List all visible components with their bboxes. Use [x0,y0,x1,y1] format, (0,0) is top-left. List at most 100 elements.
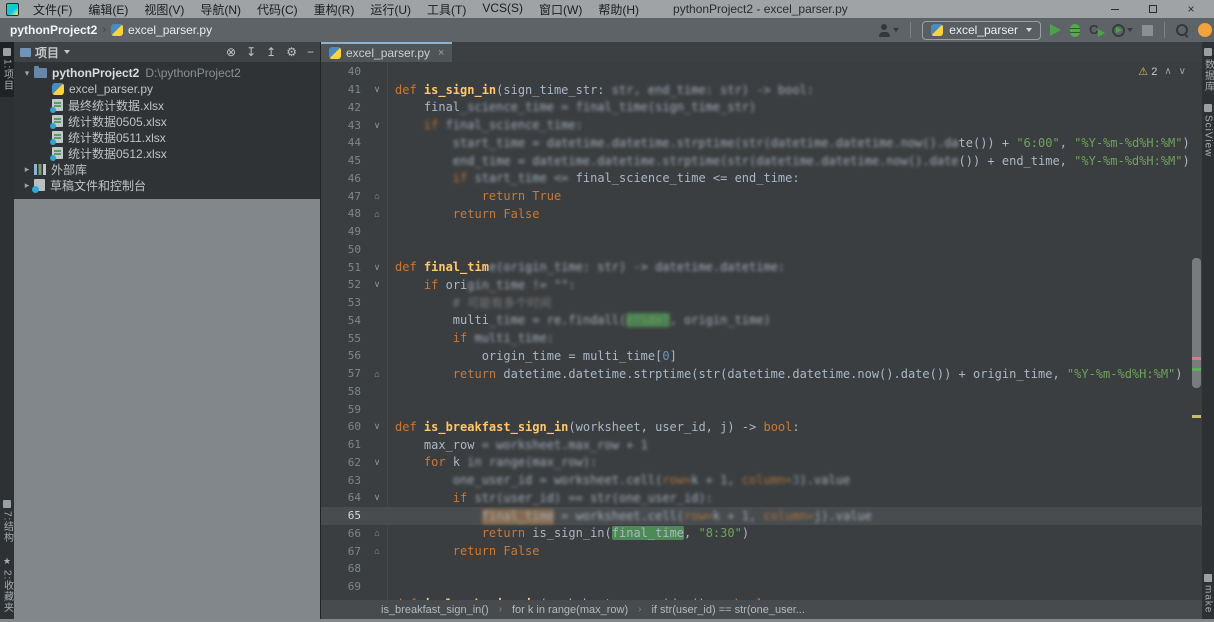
tool-window-tab-1[interactable]: 1:项目 [0,42,14,97]
tool-window-tab-7[interactable]: 7:结构 [0,494,14,549]
code-line-46[interactable]: 46 if start_time <= final_science_time <… [321,170,1202,188]
code-line-49[interactable]: 49 [321,223,1202,241]
fold-marker-icon[interactable]: ∨ [369,457,385,468]
fold-marker-icon[interactable]: ∨ [369,262,385,273]
menu-item-e[interactable]: 编辑(E) [80,0,136,19]
breadcrumb-project[interactable]: pythonProject2 [10,23,97,37]
code-line-58[interactable]: 58 [321,383,1202,401]
code-line-62[interactable]: 62∨ for k in range(max_row): [321,454,1202,472]
code-line-48[interactable]: 48⌂ return False [321,205,1202,223]
fold-marker-icon[interactable]: ∨ [369,279,385,290]
menu-item-r[interactable]: 重构(R) [306,0,363,19]
code-line-40[interactable]: 40 [321,63,1202,81]
code-line-69[interactable]: 69 [321,578,1202,596]
inspection-widget[interactable]: ⚠ 2 ∧ ∨ [1138,65,1186,78]
menu-item-t[interactable]: 工具(T) [419,0,474,19]
code-line-42[interactable]: 42 final_science_time = final_time(sign_… [321,99,1202,117]
code-line-55[interactable]: 55 if multi_time: [321,329,1202,347]
code-line-68[interactable]: 68 [321,560,1202,578]
menu-item-h[interactable]: 帮助(H) [590,0,647,19]
tab-close-icon[interactable]: × [438,47,444,59]
code-line-51[interactable]: 51∨def final_time(origin_time: str) -> d… [321,258,1202,276]
fold-marker-icon[interactable]: ∨ [369,492,385,503]
fold-marker-icon[interactable]: ⌂ [369,191,385,201]
code-line-47[interactable]: 47⌂ return True [321,187,1202,205]
breadcrumb-item[interactable]: for k in range(max_row) [512,604,628,616]
search-everywhere-button[interactable] [1176,24,1189,37]
tree-item-xlsx[interactable]: 最终统计数据.xlsx [14,97,320,113]
close-button[interactable]: × [1172,1,1210,18]
breadcrumb-file[interactable]: excel_parser.py [128,23,212,37]
code-editor[interactable]: 4041∨def is_sign_in(sign_time_str: str, … [321,62,1202,600]
fold-marker-icon[interactable]: ⌂ [369,369,385,379]
project-panel-title[interactable]: 项目 [35,44,59,61]
stop-button[interactable] [1142,25,1153,36]
tree-item-0511xlsx[interactable]: 统计数据0511.xlsx [14,129,320,145]
tool-window-tab-make[interactable]: make [1203,568,1214,619]
fold-marker-icon[interactable]: ∨ [369,120,385,131]
code-line-59[interactable]: 59 [321,400,1202,418]
code-line-43[interactable]: 43∨ if final_science_time: [321,116,1202,134]
code-line-67[interactable]: 67⌂ return False [321,542,1202,560]
code-line-60[interactable]: 60∨def is_breakfast_sign_in(worksheet, u… [321,418,1202,436]
tab-excel-parser[interactable]: excel_parser.py × [321,42,452,62]
hide-panel-icon[interactable]: − [307,46,314,58]
code-line-54[interactable]: 54 multi_time = re.findall(r"\d+", origi… [321,312,1202,330]
code-line-56[interactable]: 56 origin_time = multi_time[0] [321,347,1202,365]
user-menu-button[interactable] [878,24,899,37]
code-line-53[interactable]: 53 # 可能有多个时间 [321,294,1202,312]
breadcrumb-item[interactable]: is_breakfast_sign_in() [381,604,489,616]
next-warning-button[interactable]: ∨ [1179,66,1186,77]
fold-marker-icon[interactable]: ⌂ [369,546,385,556]
tree-item-pythonProject2[interactable]: ▾pythonProject2D:\pythonProject2 [14,65,320,81]
code-line-50[interactable]: 50 [321,241,1202,259]
tool-window-tab-SciView[interactable]: SciView [1203,98,1214,163]
fold-marker-icon[interactable]: ∨ [369,84,385,95]
menu-item-vcss[interactable]: VCS(S) [474,0,531,19]
locate-icon[interactable]: ⊗ [226,46,236,58]
menu-item-f[interactable]: 文件(F) [25,0,80,19]
debug-button[interactable] [1070,24,1080,37]
run-button[interactable] [1050,24,1061,36]
tree-item-0512xlsx[interactable]: 统计数据0512.xlsx [14,145,320,161]
tree-chevron-icon[interactable]: ▸ [22,180,32,191]
run-configuration-select[interactable]: excel_parser [922,21,1041,40]
minimize-button[interactable] [1096,1,1134,18]
fold-marker-icon[interactable]: ⌂ [369,528,385,538]
menu-item-n[interactable]: 导航(N) [192,0,249,19]
tree-item-0505xlsx[interactable]: 统计数据0505.xlsx [14,113,320,129]
menu-item-v[interactable]: 视图(V) [136,0,192,19]
code-line-64[interactable]: 64∨ if str(user_id) == str(one_user_id): [321,489,1202,507]
code-line-66[interactable]: 66⌂ return is_sign_in(final_time, "8:30"… [321,525,1202,543]
code-line-63[interactable]: 63 one_user_id = worksheet.cell(row=k + … [321,471,1202,489]
menu-item-w[interactable]: 窗口(W) [531,0,590,19]
tree-item-[interactable]: ▸草稿文件和控制台 [14,177,320,193]
tree-item-[interactable]: ▸外部库 [14,161,320,177]
profiler-button[interactable] [1112,24,1133,37]
fold-marker-icon[interactable]: ⌂ [369,209,385,219]
code-line-61[interactable]: 61 max_row = worksheet.max_row + 1 [321,436,1202,454]
prev-warning-button[interactable]: ∧ [1164,66,1171,77]
run-with-coverage-button[interactable]: C [1089,23,1103,37]
code-line-41[interactable]: 41∨def is_sign_in(sign_time_str: str, en… [321,81,1202,99]
code-line-70[interactable]: 70def is_lunch_sign_in(worksheet, user_i… [321,596,1202,601]
menu-item-c[interactable]: 代码(C) [249,0,306,19]
notification-icon[interactable] [1198,23,1212,37]
code-line-52[interactable]: 52∨ if origin_time != "": [321,276,1202,294]
tree-item-excel_parserpy[interactable]: excel_parser.py [14,81,320,97]
chevron-down-icon[interactable] [64,50,70,54]
expand-all-icon[interactable]: ↥ [266,46,276,58]
code-line-65[interactable]: 65 final_time = worksheet.cell(row=k + 1… [321,507,1202,525]
breadcrumb-item[interactable]: if str(user_id) == str(one_user... [651,604,804,616]
tree-chevron-icon[interactable]: ▸ [22,164,32,175]
settings-gear-icon[interactable]: ⚙ [286,46,297,58]
maximize-button[interactable] [1134,1,1172,18]
code-line-44[interactable]: 44 start_time = datetime.datetime.strpti… [321,134,1202,152]
menu-item-u[interactable]: 运行(U) [362,0,419,19]
collapse-all-icon[interactable]: ↧ [246,46,256,58]
tool-window-tab-[interactable]: 数据库 [1202,42,1214,98]
code-line-45[interactable]: 45 end_time = datetime.datetime.strptime… [321,152,1202,170]
code-line-57[interactable]: 57⌂ return datetime.datetime.strptime(st… [321,365,1202,383]
fold-marker-icon[interactable]: ∨ [369,421,385,432]
tree-chevron-icon[interactable]: ▾ [22,68,32,79]
